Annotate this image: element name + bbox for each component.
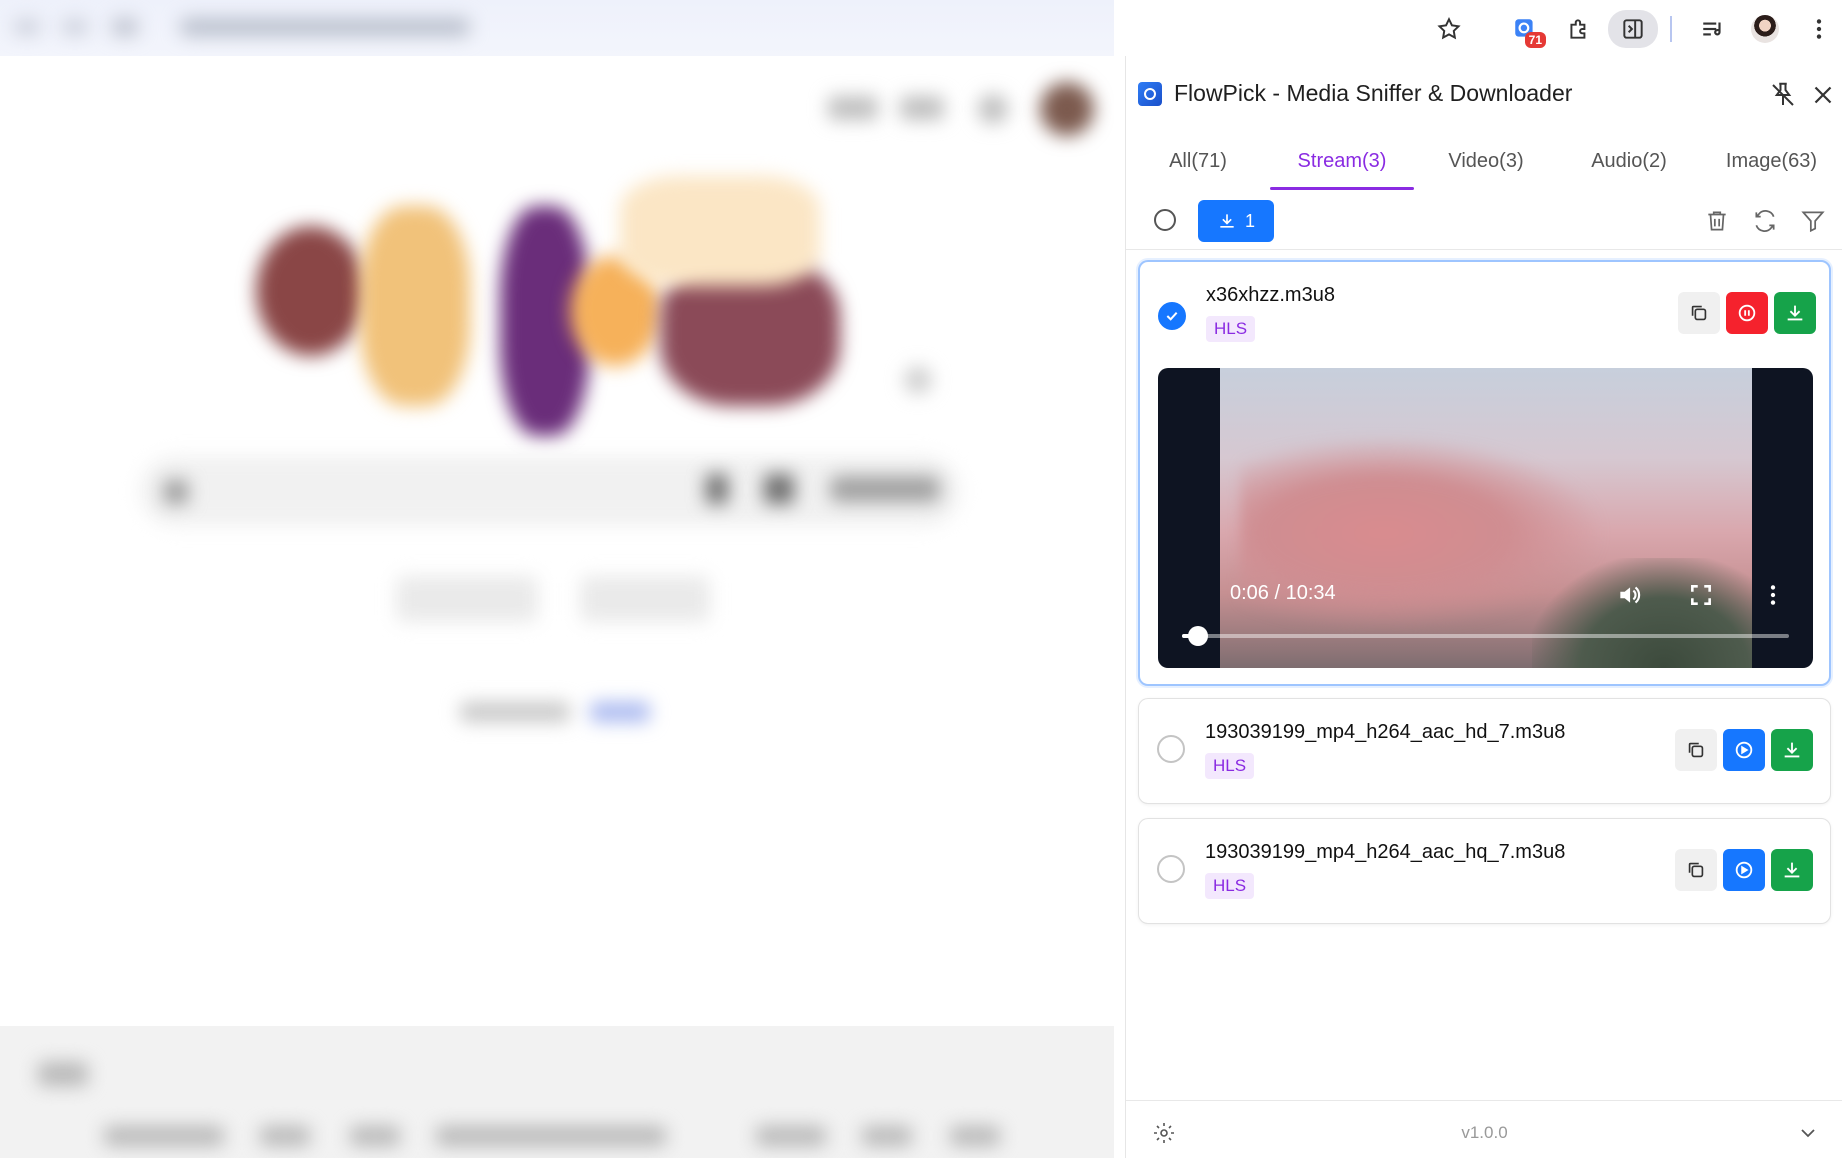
panel-title: FlowPick - Media Sniffer & Downloader — [1174, 80, 1573, 106]
tab-stream[interactable]: Stream(3) — [1270, 132, 1414, 190]
star-icon — [1437, 17, 1461, 40]
page-footer-blurred — [0, 1026, 1114, 1158]
browser-menu-button[interactable] — [1800, 10, 1838, 48]
trash-icon — [1708, 211, 1726, 231]
bookmark-star-button[interactable] — [1430, 10, 1468, 48]
stop-preview-button[interactable] — [1726, 292, 1768, 334]
tab-video[interactable]: Video(3) — [1414, 132, 1558, 190]
volume-icon — [1620, 586, 1641, 604]
video-player[interactable]: 0:06 / 10:34 — [1158, 368, 1813, 668]
refresh-button[interactable] — [1752, 208, 1778, 234]
panel-header: FlowPick - Media Sniffer & Downloader — [1126, 56, 1842, 132]
version-label: v1.0.0 — [1461, 1123, 1508, 1142]
unpin-panel-button[interactable] — [1768, 80, 1798, 110]
profile-button[interactable] — [1746, 10, 1784, 48]
item-select-checkbox[interactable] — [1157, 735, 1185, 763]
browser-toolbar: 71 — [0, 0, 1842, 56]
play-preview-button[interactable] — [1723, 729, 1765, 771]
chevron-down-icon — [1801, 1129, 1815, 1138]
refresh-icon — [1755, 210, 1775, 232]
extension-badge-count: 71 — [1524, 32, 1546, 48]
pin-off-icon — [1772, 82, 1794, 106]
video-options-button[interactable] — [1760, 582, 1786, 608]
close-panel-button[interactable] — [1808, 80, 1838, 110]
media-type-tabs: All(71) Stream(3) Video(3) Audio(2) Imag… — [1126, 132, 1842, 190]
item-select-checkbox[interactable] — [1158, 302, 1186, 330]
address-bar-blurred — [0, 0, 1114, 56]
check-icon — [1166, 311, 1178, 321]
copy-url-button[interactable] — [1675, 729, 1717, 771]
media-file-name: 193039199_mp4_h264_aac_hq_7.m3u8 — [1205, 841, 1566, 863]
fullscreen-button[interactable] — [1688, 582, 1714, 608]
video-frame — [1220, 368, 1752, 668]
format-tag: HLS — [1206, 316, 1256, 342]
copy-icon — [1691, 305, 1707, 321]
media-queue-icon — [1703, 22, 1721, 36]
video-time-display: 0:06 / 10:34 — [1230, 582, 1336, 604]
more-vert-icon — [1770, 585, 1776, 605]
toolbar-divider — [1670, 16, 1672, 42]
tab-image[interactable]: Image(63) — [1700, 132, 1842, 190]
download-button[interactable] — [1774, 292, 1816, 334]
flowpick-side-panel: FlowPick - Media Sniffer & Downloader Al… — [1125, 56, 1842, 1158]
media-control-button[interactable] — [1694, 10, 1732, 48]
extensions-button[interactable] — [1560, 10, 1598, 48]
filter-icon — [1801, 211, 1825, 233]
flowpick-logo-icon — [1138, 82, 1162, 106]
download-icon — [1220, 214, 1234, 228]
select-all-checkbox[interactable] — [1154, 209, 1176, 231]
fullscreen-icon — [1691, 585, 1711, 605]
volume-button[interactable] — [1616, 582, 1642, 608]
play-preview-button[interactable] — [1723, 849, 1765, 891]
copy-icon — [1688, 742, 1704, 758]
action-bar: 1 — [1126, 190, 1842, 250]
panel-footer: v1.0.0 — [1126, 1100, 1842, 1158]
side-panel-icon — [1623, 19, 1643, 39]
close-icon — [1814, 86, 1832, 104]
collapse-button[interactable] — [1796, 1121, 1820, 1145]
copy-url-button[interactable] — [1675, 849, 1717, 891]
download-icon — [1784, 742, 1800, 758]
download-selected-button[interactable]: 1 — [1198, 200, 1274, 242]
media-item-card[interactable]: 193039199_mp4_h264_aac_hd_7.m3u8 HLS — [1138, 698, 1831, 804]
play-circle-icon — [1735, 861, 1753, 879]
play-circle-icon — [1735, 741, 1753, 759]
tab-audio[interactable]: Audio(2) — [1558, 132, 1700, 190]
tab-all[interactable]: All(71) — [1126, 132, 1270, 190]
more-vert-icon — [1816, 19, 1822, 39]
profile-avatar — [1751, 15, 1779, 43]
copy-url-button[interactable] — [1678, 292, 1720, 334]
selected-count: 1 — [1244, 210, 1255, 231]
puzzle-icon — [1570, 19, 1586, 39]
video-progress-bar[interactable] — [1182, 626, 1789, 646]
download-button[interactable] — [1771, 849, 1813, 891]
flowpick-extension-button[interactable]: 71 — [1506, 10, 1546, 48]
media-file-name: 193039199_mp4_h264_aac_hd_7.m3u8 — [1205, 721, 1566, 743]
format-tag: HLS — [1205, 753, 1255, 779]
copy-icon — [1688, 862, 1704, 878]
format-tag: HLS — [1205, 873, 1255, 899]
media-item-card[interactable]: 193039199_mp4_h264_aac_hq_7.m3u8 HLS — [1138, 818, 1831, 924]
side-panel-button[interactable] — [1608, 10, 1658, 48]
download-icon — [1784, 862, 1800, 878]
media-item-card[interactable]: x36xhzz.m3u8 HLS 0:06 / 10:34 — [1138, 260, 1831, 686]
item-select-checkbox[interactable] — [1157, 855, 1185, 883]
media-file-name: x36xhzz.m3u8 — [1206, 284, 1335, 306]
filter-button[interactable] — [1800, 208, 1826, 234]
download-button[interactable] — [1771, 729, 1813, 771]
video-progress-handle[interactable] — [1188, 626, 1208, 646]
download-icon — [1787, 305, 1803, 321]
webpage-blurred — [0, 56, 1114, 1158]
delete-all-button[interactable] — [1704, 208, 1730, 234]
pause-circle-icon — [1738, 304, 1756, 322]
